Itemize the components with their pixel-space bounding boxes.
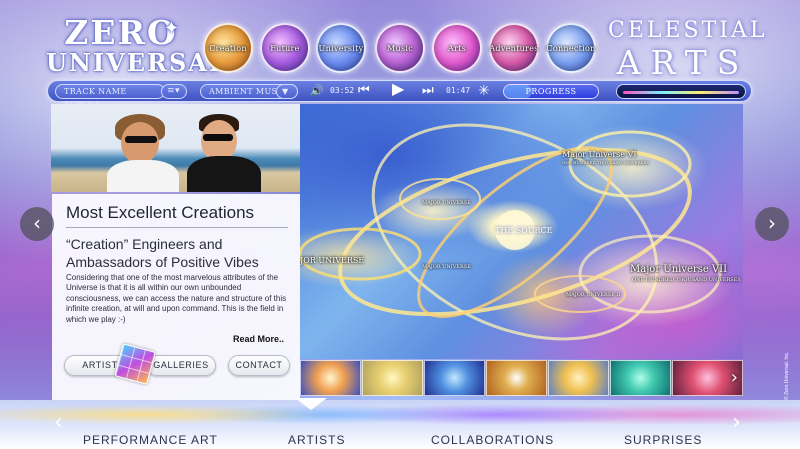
progress-bar[interactable]: PROGRESS (503, 84, 599, 99)
panel-body: Considering that one of the most marvelo… (66, 273, 287, 324)
track-name-field[interactable]: TRACK NAME SCROLL... (55, 84, 165, 109)
orb-music[interactable]: Music (375, 23, 425, 73)
contact-button[interactable]: CONTACT (228, 355, 290, 376)
map-label-universe-ii[interactable]: MAJOR UNIVERSE II (566, 292, 620, 298)
logo-line2: UNIVERSAL. (46, 48, 239, 77)
title-line1: CELESTIAL (608, 18, 768, 43)
gallery-cube-icon[interactable] (114, 343, 156, 385)
orb-label: Creation (209, 43, 247, 53)
orb-arts[interactable]: Arts (432, 23, 482, 73)
remaining-time: 01:47 (446, 86, 471, 95)
thumbnail-strip: › (300, 360, 743, 396)
progress-label: PROGRESS (525, 87, 577, 96)
map-label-universe-vii[interactable]: Major Universe VII (630, 264, 727, 275)
orb-label: University (318, 43, 364, 53)
copyright-text: © Zero Universal, Inc. (784, 351, 790, 400)
orb-label: Music (387, 43, 413, 53)
chevron-right-icon[interactable]: › (732, 410, 741, 435)
title-line2: ARTS (616, 43, 750, 82)
map-label-universe-center[interactable]: MAJOR UNIVERSE (422, 264, 471, 270)
orb-label: Future (270, 43, 300, 53)
orb-university[interactable]: University (316, 23, 366, 73)
next-slide-button[interactable]: › (755, 207, 789, 241)
thumbnail[interactable] (300, 360, 361, 396)
orb-label: Connection (546, 43, 596, 53)
artists-photo (51, 104, 300, 192)
map-label-universe-west[interactable]: JOR UNIVERSE (300, 256, 364, 265)
thumbnail[interactable] (362, 360, 423, 396)
panel-subtitle: “Creation” Engineers and Ambassadors of … (66, 236, 259, 270)
map-label-source[interactable]: THE SOURCE (495, 226, 552, 235)
waveform-visualizer (616, 84, 746, 99)
previous-slide-button[interactable]: ‹ (20, 207, 54, 241)
orb-label: Adventures (489, 43, 539, 53)
orb-creation[interactable]: Creation (203, 23, 253, 73)
fast-forward-icon[interactable]: ⏭ (422, 84, 434, 98)
nav-artists[interactable]: ARTISTS (288, 433, 345, 447)
chevron-down-icon[interactable]: ▼ (276, 84, 298, 99)
bottom-nav: ‹ PERFORMANCE ART ARTISTS COLLABORATIONS… (0, 400, 800, 449)
map-label-universe-vi[interactable]: Major Universe VI (562, 150, 636, 159)
zero-universal-logo[interactable]: ZERO UNIVERSAL. ✦ (46, 16, 239, 80)
nav-collaborations[interactable]: COLLABORATIONS (431, 433, 554, 447)
map-label-universe-i[interactable]: MAJOR UNIVERSE (422, 200, 471, 206)
sparkle-icon[interactable]: ✳ (478, 84, 490, 98)
divider (66, 227, 288, 228)
chevron-right-icon[interactable]: › (731, 367, 738, 388)
thumbnail[interactable] (548, 360, 609, 396)
nav-performance-art[interactable]: PERFORMANCE ART (83, 433, 218, 447)
info-panel: Most Excellent Creations “Creation” Engi… (52, 194, 300, 400)
media-player-bar: TRACK NAME SCROLL... ≡▾ AMBIENT MUSIC ▼ … (47, 80, 752, 109)
orb-future[interactable]: Future (260, 23, 310, 73)
logo-star-icon: ✦ (164, 18, 182, 39)
orb-adventures[interactable]: Adventures (489, 23, 539, 73)
chevron-left-icon[interactable]: ‹ (54, 410, 63, 435)
orb-label: Arts (447, 43, 467, 53)
celestial-arts-title: CELESTIAL ARTS (608, 18, 768, 82)
volume-icon[interactable]: 🔊 (310, 84, 324, 98)
map-sublabel-universe-vi: ONE HUNDRED THOUSAND UNIVERSES (562, 160, 650, 165)
thumbnail[interactable] (486, 360, 547, 396)
thumbnail[interactable] (424, 360, 485, 396)
play-icon[interactable]: ▶ (392, 81, 404, 97)
rewind-icon[interactable]: ⏮ (358, 84, 370, 98)
universe-map[interactable]: Major Universe VI ONE HUNDRED THOUSAND U… (300, 104, 743, 359)
active-nav-indicator (295, 398, 327, 410)
thumbnail[interactable] (610, 360, 671, 396)
elapsed-time: 03:52 (330, 86, 355, 95)
thumbnail[interactable]: › (672, 360, 743, 396)
galleries-button[interactable]: GALLERIES (146, 355, 216, 376)
orb-connection[interactable]: Connection (546, 23, 596, 73)
panel-title: Most Excellent Creations (66, 203, 255, 222)
map-sublabel-universe-vii: ONE HUNDRED THOUSAND UNIVERSES (632, 277, 741, 283)
read-more-link[interactable]: Read More.. (233, 334, 284, 344)
nav-surprises[interactable]: SURPRISES (624, 433, 702, 447)
playlist-menu-icon[interactable]: ≡▾ (161, 84, 187, 99)
